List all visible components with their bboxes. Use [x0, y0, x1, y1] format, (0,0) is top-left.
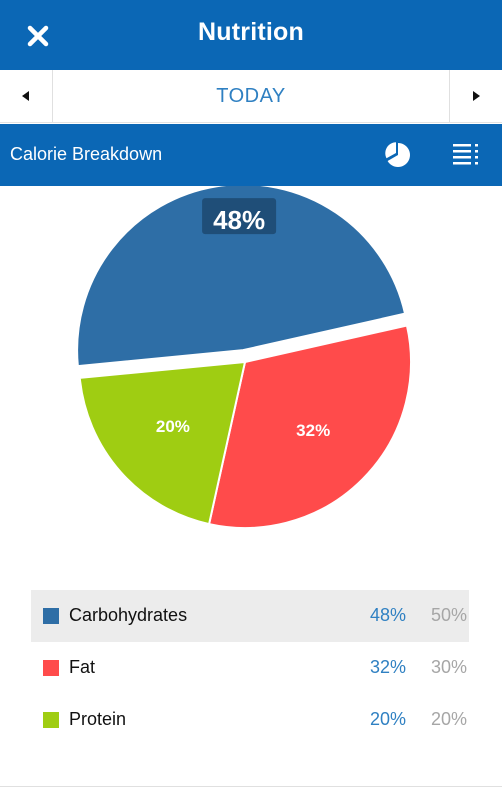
- top-bar: Nutrition: [0, 0, 502, 70]
- nutrition-screen: Nutrition TODAY Calorie Breakdown 48% 32…: [0, 0, 502, 790]
- legend-name: Fat: [69, 657, 96, 677]
- slice-label-carbohydrates: 48%: [213, 205, 265, 235]
- protein-swatch: [43, 712, 59, 728]
- previous-day-button[interactable]: [0, 70, 53, 122]
- slice-label-fat: 32%: [296, 421, 330, 440]
- section-header: Calorie Breakdown: [0, 124, 502, 186]
- carbohydrates-swatch: [43, 608, 59, 624]
- next-day-button[interactable]: [449, 70, 502, 122]
- legend-name: Protein: [69, 709, 127, 729]
- legend-actual: 20%: [369, 709, 406, 729]
- pie-view-button[interactable]: [381, 138, 415, 172]
- legend-row-protein[interactable]: Protein 20% 20%: [31, 694, 469, 746]
- legend-goal: 30%: [430, 657, 467, 677]
- day-label[interactable]: TODAY: [54, 70, 448, 122]
- legend-goal: 20%: [430, 709, 467, 729]
- section-title: Calorie Breakdown: [10, 144, 163, 164]
- legend-row-fat[interactable]: Fat 32% 30%: [31, 642, 469, 694]
- pie-chart[interactable]: 48% 32% 20%: [0, 186, 502, 566]
- divider: [0, 786, 502, 787]
- arrow-left-icon: [22, 91, 29, 101]
- list-view-button[interactable]: [449, 138, 483, 172]
- legend-goal: 50%: [430, 605, 467, 625]
- legend-actual: 48%: [369, 605, 406, 625]
- legend-actual: 32%: [369, 657, 406, 677]
- arrow-right-icon: [473, 91, 480, 101]
- pie-chart-icon: [385, 142, 410, 167]
- list-icon: [453, 144, 478, 165]
- legend: Carbohydrates 48% 50% Fat 32% 30% Protei…: [31, 590, 469, 746]
- page-title: Nutrition: [198, 18, 304, 46]
- day-navigator: TODAY: [0, 70, 502, 123]
- legend-name: Carbohydrates: [69, 605, 188, 625]
- fat-swatch: [43, 660, 59, 676]
- legend-row-carbohydrates[interactable]: Carbohydrates 48% 50%: [31, 590, 469, 642]
- calorie-pie-chart[interactable]: 48% 32% 20%: [0, 186, 502, 566]
- slice-label-protein: 20%: [156, 417, 190, 436]
